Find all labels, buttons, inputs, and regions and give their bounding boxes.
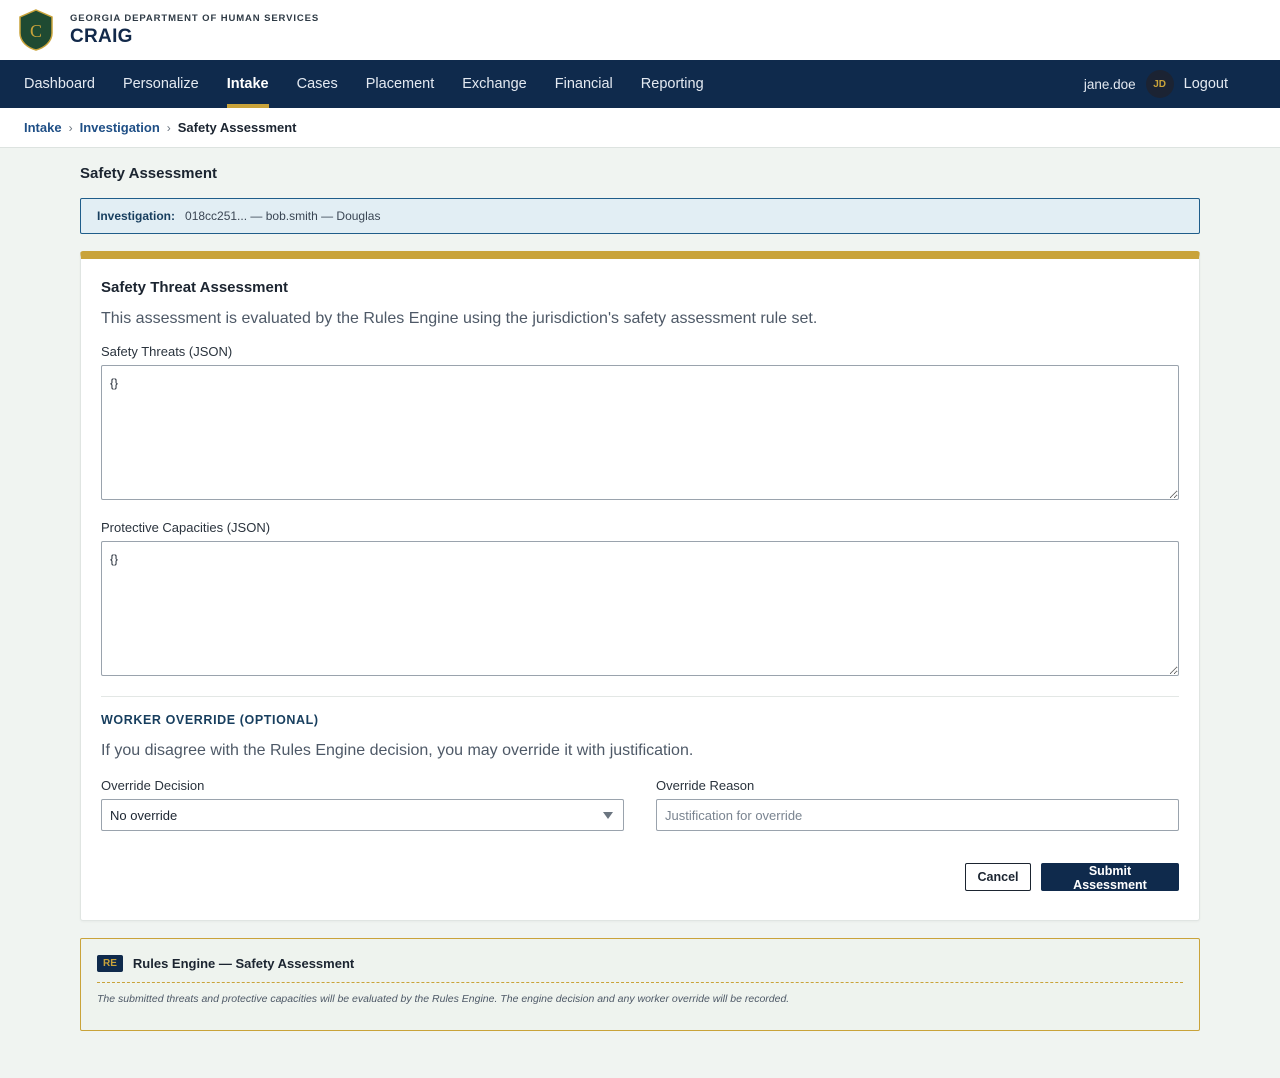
app-name: CRAIG [70, 25, 133, 47]
override-section-title: WORKER OVERRIDE (OPTIONAL) [101, 713, 319, 727]
override-decision-value: No override [110, 807, 178, 823]
nav-item-exchange[interactable]: Exchange [448, 60, 541, 108]
breadcrumb-separator: › [68, 120, 73, 135]
chevron-down-icon [603, 812, 613, 819]
rules-engine-panel: RE Rules Engine — Safety Assessment The … [80, 938, 1200, 1031]
nav-item-dashboard[interactable]: Dashboard [10, 60, 109, 108]
override-decision-select[interactable]: No override [101, 799, 624, 831]
override-decision-label: Override Decision [101, 778, 205, 793]
username: jane.doe [1083, 76, 1136, 92]
card-description: This assessment is evaluated by the Rule… [101, 310, 818, 327]
rules-engine-title: Rules Engine — Safety Assessment [132, 956, 355, 971]
nav-item-personalize[interactable]: Personalize [109, 60, 213, 108]
investigation-value: 018cc251... — bob.smith — Douglas [185, 209, 381, 223]
app-header: C GEORGIA DEPARTMENT OF HUMAN SERVICES C… [0, 0, 1280, 60]
safety-threats-label: Safety Threats (JSON) [101, 344, 233, 359]
breadcrumb-current: Safety Assessment [177, 120, 297, 135]
rules-engine-badge: RE [97, 955, 123, 972]
avatar[interactable]: JD [1145, 70, 1174, 98]
card-title: Safety Threat Assessment [101, 279, 289, 296]
breadcrumb-separator: › [166, 120, 171, 135]
override-fields: Override Decision No override Override R… [101, 778, 1179, 831]
main-nav: Dashboard Personalize Intake Cases Place… [0, 60, 1280, 108]
brand: GEORGIA DEPARTMENT OF HUMAN SERVICES CRA… [70, 13, 319, 48]
override-reason-group: Override Reason [656, 778, 1179, 831]
nav-item-cases[interactable]: Cases [283, 60, 352, 108]
section-divider [101, 696, 1179, 697]
protective-capacities-label: Protective Capacities (JSON) [101, 520, 271, 535]
logout-link[interactable]: Logout [1184, 76, 1228, 92]
override-reason-input[interactable] [656, 799, 1179, 831]
override-description: If you disagree with the Rules Engine de… [101, 742, 694, 759]
safety-assessment-card: Safety Threat Assessment This assessment… [80, 251, 1200, 921]
nav-item-placement[interactable]: Placement [352, 60, 449, 108]
submit-assessment-button[interactable]: Submit Assessment [1041, 863, 1179, 892]
override-reason-label: Override Reason [656, 778, 755, 793]
form-actions: Cancel Submit Assessment [101, 863, 1179, 892]
page-title: Safety Assessment [80, 165, 218, 182]
nav-item-intake[interactable]: Intake [213, 60, 283, 108]
override-decision-group: Override Decision No override [101, 778, 624, 831]
nav-item-reporting[interactable]: Reporting [627, 60, 718, 108]
user-area: jane.doe JD Logout [1084, 60, 1280, 108]
svg-text:C: C [30, 21, 42, 41]
protective-capacities-textarea[interactable]: {} [101, 541, 1179, 676]
breadcrumb-investigation[interactable]: Investigation [80, 120, 160, 135]
nav-item-financial[interactable]: Financial [541, 60, 627, 108]
rules-engine-note: The submitted threats and protective cap… [97, 993, 790, 1005]
cancel-button[interactable]: Cancel [965, 863, 1031, 891]
shield-logo-icon: C [19, 9, 53, 51]
breadcrumb-intake[interactable]: Intake [24, 120, 62, 135]
investigation-info-bar: Investigation: 018cc251... — bob.smith —… [80, 198, 1200, 234]
rules-engine-header: RE Rules Engine — Safety Assessment [97, 955, 1183, 972]
breadcrumb: Intake › Investigation › Safety Assessme… [0, 108, 1280, 148]
main-content: Safety Assessment Investigation: 018cc25… [80, 148, 1200, 1031]
dashed-divider [97, 982, 1183, 983]
investigation-label: Investigation: [97, 209, 176, 223]
department-name: GEORGIA DEPARTMENT OF HUMAN SERVICES [70, 12, 320, 24]
safety-threats-textarea[interactable]: {} [101, 365, 1179, 500]
